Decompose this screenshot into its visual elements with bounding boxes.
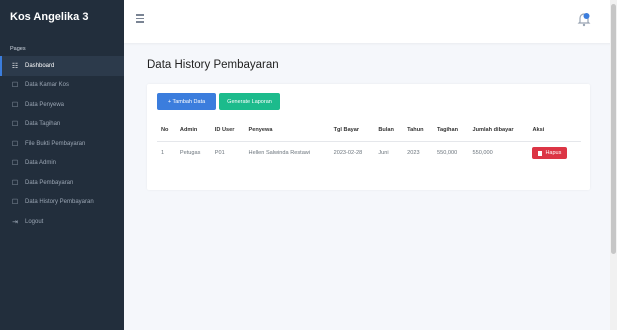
sidebar-item-dashboard[interactable]: ☷ Dashboard xyxy=(0,56,124,76)
square-icon: ☐ xyxy=(11,101,19,109)
column-header: ID User xyxy=(210,119,245,142)
sidebar-item-data-tagihan[interactable]: ☐ Data Tagihan xyxy=(0,115,124,135)
square-icon: ☐ xyxy=(11,121,19,129)
cell-tagihan: 550,000 xyxy=(436,150,458,156)
cell-tgl-bayar: 2023-02-28 xyxy=(333,150,363,156)
sidebar-item-data-pembayaran[interactable]: ☐ Data Pembayaran xyxy=(0,173,124,193)
sidebar-item-label: Data History Pembayaran xyxy=(25,199,94,206)
sidebar-item-label: Logout xyxy=(25,218,44,225)
delete-button-label: Hapus xyxy=(545,150,562,156)
page-scrollbar[interactable] xyxy=(610,0,617,330)
column-header: Aksi xyxy=(528,119,581,142)
sidebar: Kos Angelika 3 Pages ☷ Dashboard ☐ Data … xyxy=(0,0,124,330)
sidebar-item-data-admin[interactable]: ☐ Data Admin xyxy=(0,154,124,174)
square-icon: ☐ xyxy=(11,179,19,187)
sidebar-item-label: File Bukti Pembayaran xyxy=(25,140,86,147)
square-icon: ☐ xyxy=(11,140,19,148)
scrollbar-thumb[interactable] xyxy=(611,4,616,254)
square-icon: ☐ xyxy=(11,82,19,90)
main-content: Data History Pembayaran + Tambah Data Ge… xyxy=(147,59,590,190)
sidebar-item-logout[interactable]: ⇥ Logout xyxy=(0,212,124,232)
cell-tahun: 2023 xyxy=(407,150,420,156)
cell-id-user: P01 xyxy=(214,150,225,156)
cell-jumlah: 550,000 xyxy=(472,150,493,156)
logout-icon: ⇥ xyxy=(12,218,18,226)
sidebar-item-label: Data Admin xyxy=(25,160,57,167)
trash-icon xyxy=(538,150,543,156)
table-header-row: No Admin ID User Penyewa Tgl Bayar Bulan… xyxy=(157,119,581,142)
sidebar-item-data-history-pembayaran[interactable]: ☐ Data History Pembayaran xyxy=(0,193,124,213)
column-header: Admin xyxy=(175,119,211,142)
column-header: Penyewa xyxy=(244,119,330,142)
delete-button[interactable]: Hapus xyxy=(532,147,568,159)
sidebar-item-label: Data Pembayaran xyxy=(25,179,74,186)
notification-bell-icon[interactable] xyxy=(577,11,591,27)
sidebar-item-file-bukti-pembayaran[interactable]: ☐ File Bukti Pembayaran xyxy=(0,134,124,154)
sidebar-item-label: Data Kamar Kos xyxy=(25,82,70,89)
column-header: Tagihan xyxy=(432,119,469,142)
cell-bulan: Juni xyxy=(378,150,389,156)
topbar xyxy=(124,0,617,43)
hamburger-menu-icon[interactable] xyxy=(136,14,144,23)
sidebar-item-label: Dashboard xyxy=(25,62,55,69)
square-icon: ☐ xyxy=(11,160,19,168)
cell-penyewa: Hellen Salwinda Restawi xyxy=(248,150,311,156)
column-header: No xyxy=(157,119,176,142)
square-icon: ☐ xyxy=(11,199,19,207)
cell-admin: Petugas xyxy=(179,150,201,156)
table-row: 1 Petugas P01 Hellen Salwinda Restawi 20… xyxy=(157,142,581,165)
history-card: + Tambah Data Generate Laporan No Admin … xyxy=(147,84,590,190)
column-header: Bulan xyxy=(374,119,404,142)
column-header: Jumlah dibayar xyxy=(468,119,529,142)
add-data-button[interactable]: + Tambah Data xyxy=(157,93,216,110)
sidebar-item-label: Data Tagihan xyxy=(25,121,61,128)
column-header: Tahun xyxy=(403,119,433,142)
generate-report-button[interactable]: Generate Laporan xyxy=(219,93,280,110)
sidebar-item-data-penyewa[interactable]: ☐ Data Penyewa xyxy=(0,95,124,115)
sidebar-nav: ☷ Dashboard ☐ Data Kamar Kos ☐ Data Peny… xyxy=(0,56,124,232)
page-title: Data History Pembayaran xyxy=(147,59,279,71)
sidebar-section-label: Pages xyxy=(10,46,26,52)
sidebar-item-data-kamar-kos[interactable]: ☐ Data Kamar Kos xyxy=(0,76,124,96)
sidebar-item-label: Data Penyewa xyxy=(25,101,65,108)
column-header: Tgl Bayar xyxy=(329,119,375,142)
sliders-icon: ☷ xyxy=(11,62,19,70)
cell-no: 1 xyxy=(161,150,165,156)
history-table: No Admin ID User Penyewa Tgl Bayar Bulan… xyxy=(157,119,581,164)
brand-title[interactable]: Kos Angelika 3 xyxy=(0,0,124,34)
cell-aksi: Hapus xyxy=(528,142,581,165)
